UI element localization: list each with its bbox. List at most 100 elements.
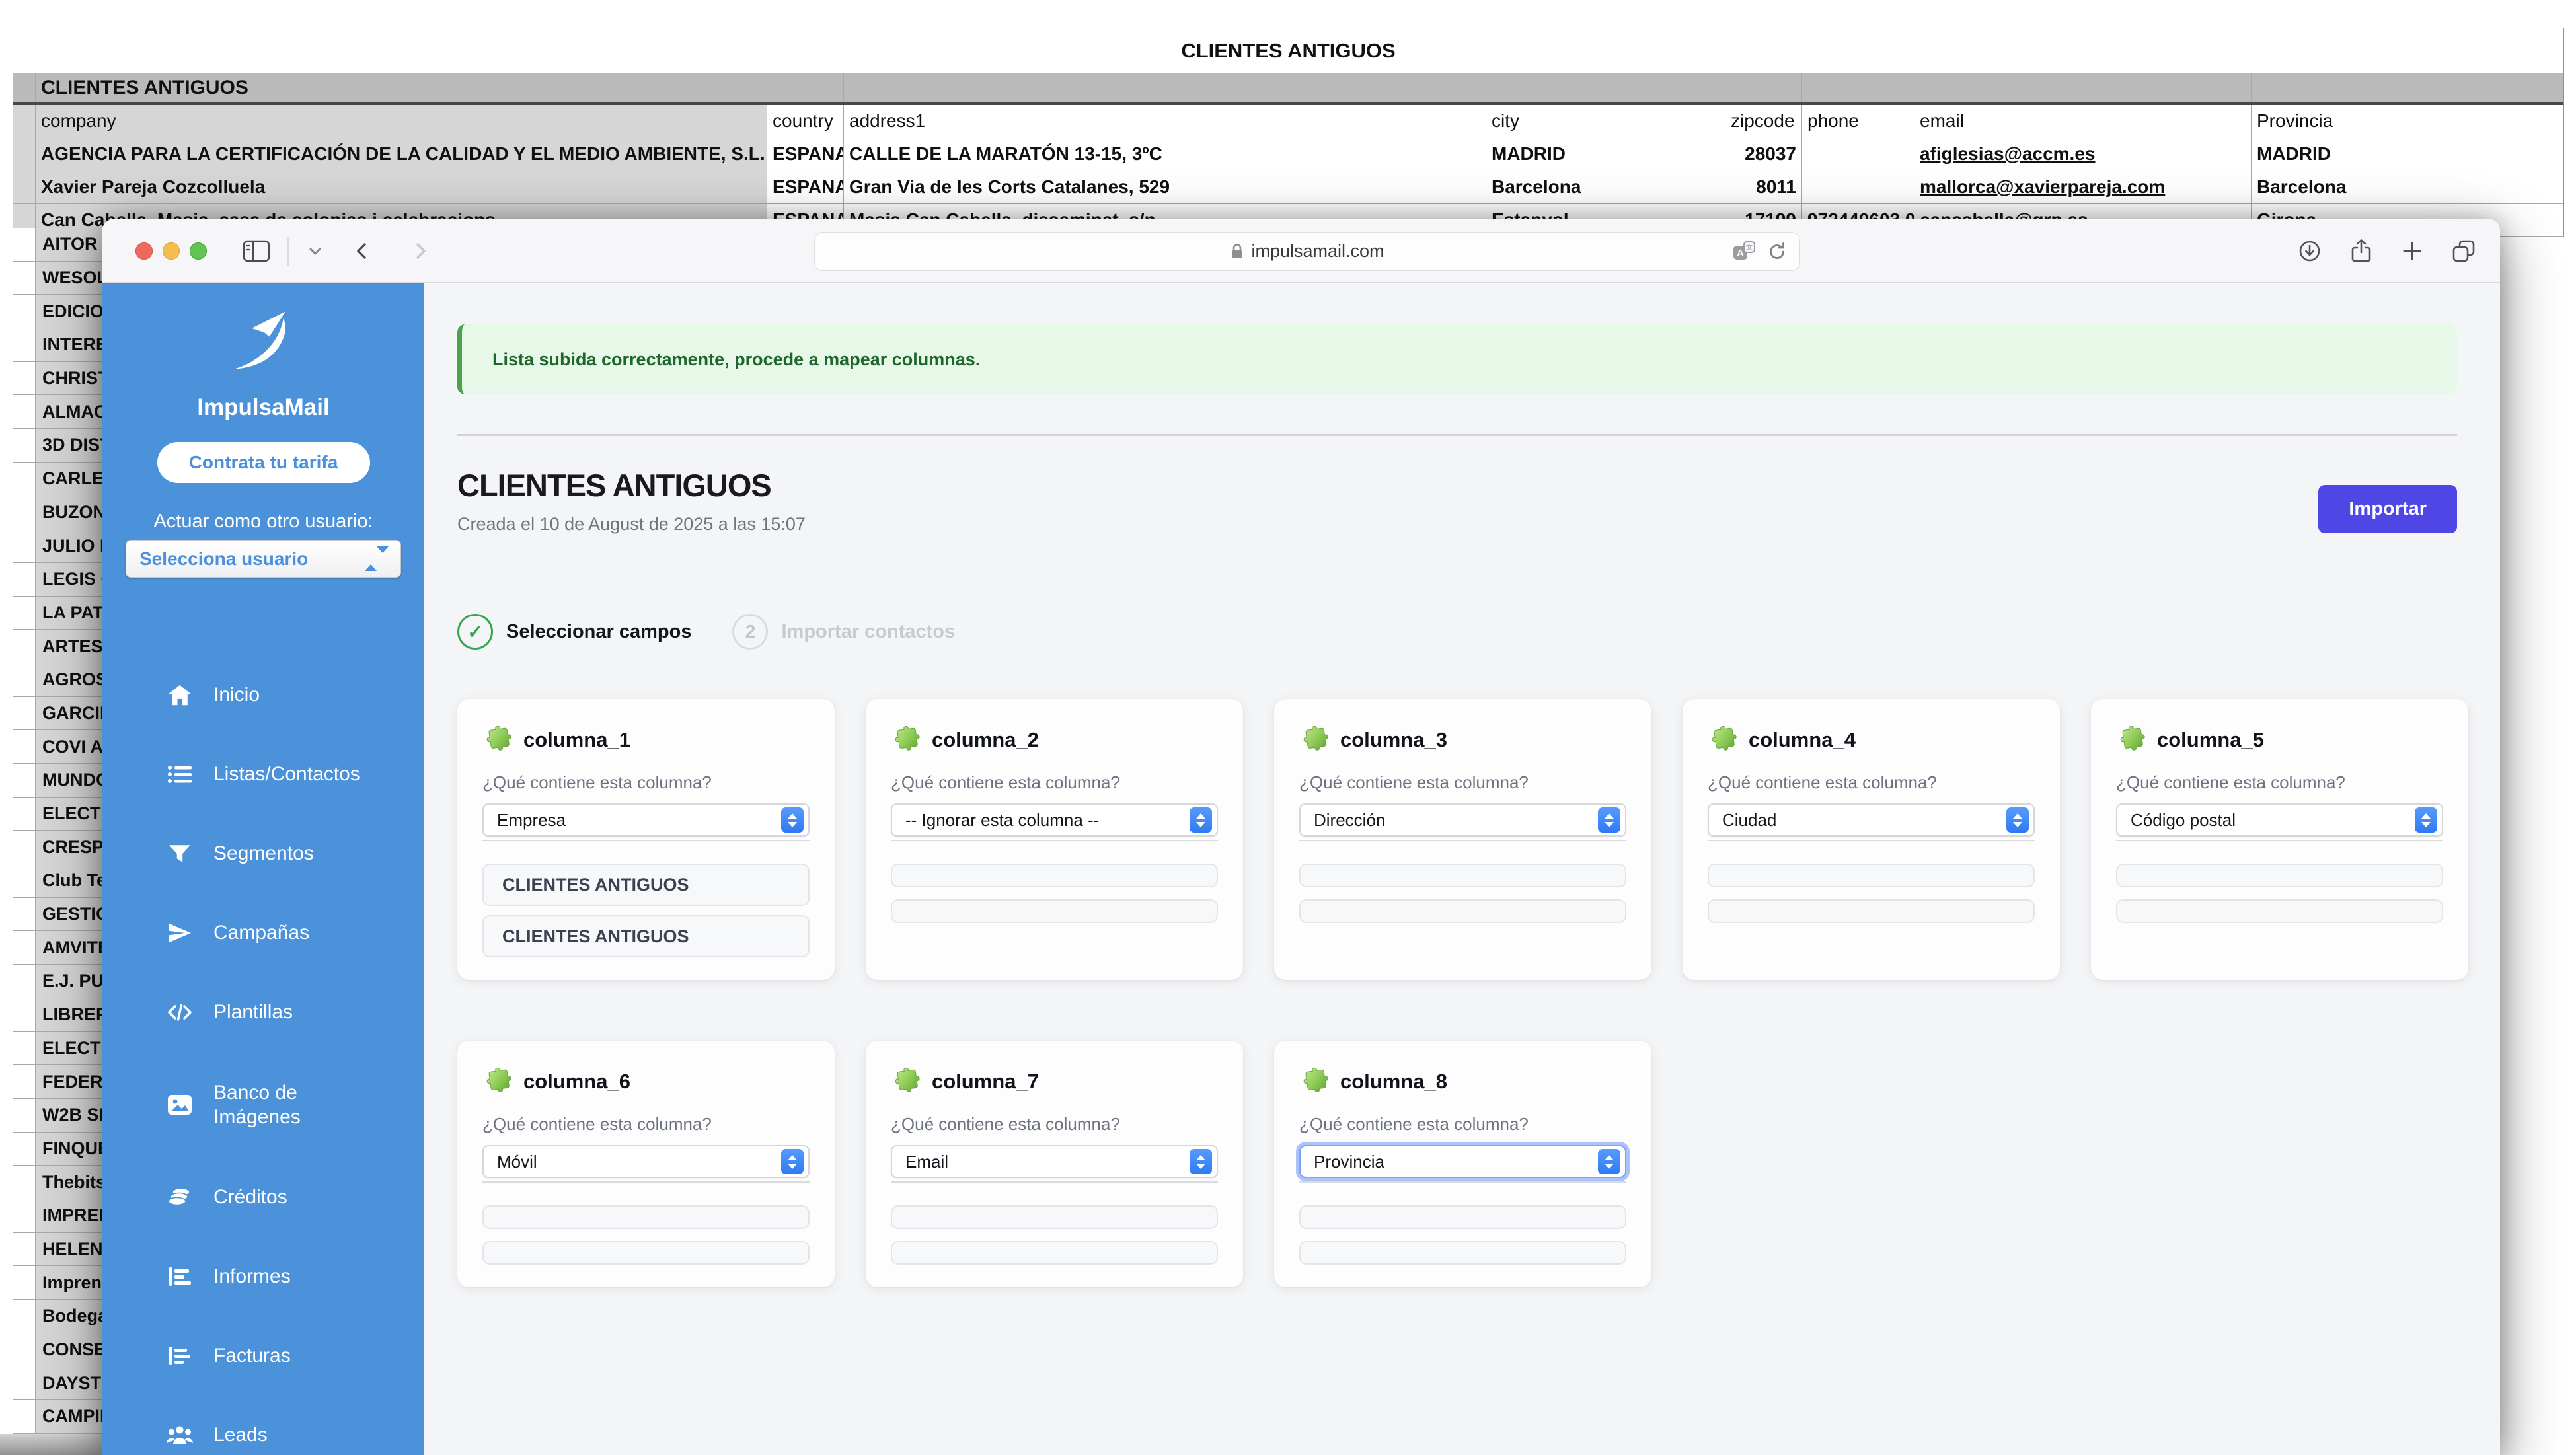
sample-value [1299,864,1626,887]
sheet-header-row: company country address1 city zipcode ph… [13,105,2563,137]
cell-email-link[interactable]: mallorca@xavierpareja.com [1914,170,2252,203]
sidebar-item-inicio[interactable]: Inicio [102,655,424,735]
sample-value [482,1205,810,1229]
url-text: impulsamail.com [1251,241,1384,262]
window-controls [135,243,207,260]
column-question: ¿Qué contiene esta columna? [2116,772,2443,793]
column-question: ¿Qué contiene esta columna? [482,1114,810,1135]
zoom-button[interactable] [190,243,207,260]
browser-toolbar: impulsamail.com A文 [102,219,2500,283]
column-mapping-select[interactable]: Móvil [482,1145,810,1178]
share-icon[interactable] [2349,239,2373,264]
column-mapping-select[interactable]: Código postal [2116,803,2443,837]
list-item: CAMPIN [13,1400,102,1434]
cell-city: MADRID [1486,137,1725,170]
downloads-icon[interactable] [2298,239,2322,263]
sheet-company-column-strip: AITOR P WESOLO EDICION INTERBO CHRISTI A… [13,228,102,1434]
puzzle-icon [891,724,922,755]
col-header-provincia: Provincia [2252,105,2563,137]
list-icon [165,764,195,785]
cell-address1: Gran Via de les Corts Catalanes, 529 [844,170,1486,203]
list-item: Thebits [13,1166,102,1199]
sidebar-item-informes[interactable]: Informes [102,1237,424,1316]
column-mapping-select[interactable]: Ciudad [1708,803,2035,837]
column-mapping-select[interactable]: -- Ignorar esta columna -- [891,803,1218,837]
column-card-8: columna_8 ¿Qué contiene esta columna? Pr… [1274,1041,1651,1287]
step-seleccionar-campos[interactable]: ✓ Seleccionar campos [457,614,691,650]
sidebar-item-banco-imagenes[interactable]: Banco de Imágenes [102,1052,424,1158]
column-mapping-select[interactable]: Dirección [1299,803,1626,837]
cell-company: Xavier Pareja Cozcolluela [36,170,767,203]
column-mapping-select[interactable]: Email [891,1145,1218,1178]
list-item: CONSER [13,1333,102,1367]
translate-icon[interactable]: A文 [1732,241,1756,263]
table-row: AGENCIA PARA LA CERTIFICACIÓN DE LA CALI… [13,137,2563,170]
user-select[interactable]: Selecciona usuario [126,540,401,578]
new-tab-icon[interactable] [2401,240,2423,262]
sidebar-item-leads[interactable]: Leads [102,1396,424,1455]
cell-provincia: Barcelona [2252,170,2563,203]
back-icon[interactable] [351,240,373,262]
code-icon [165,1002,195,1023]
column-card-5: columna_5 ¿Qué contiene esta columna? Có… [2091,699,2468,980]
impersonate-label: Actuar como otro usuario: [102,511,424,533]
list-item: CRESPO [13,831,102,864]
select-stepper-icon [1598,1149,1620,1174]
sample-value [1299,1205,1626,1229]
wizard-steps: ✓ Seleccionar campos 2 Importar contacto… [457,614,2457,650]
importar-button[interactable]: Importar [2318,485,2457,533]
image-icon [165,1094,195,1116]
sample-value [1299,899,1626,923]
column-mapping-select[interactable]: Empresa [482,803,810,837]
sidebar-item-plantillas[interactable]: Plantillas [102,973,424,1052]
list-item: BUZONE [13,496,102,530]
chevron-down-icon[interactable] [306,242,324,260]
sample-value [891,899,1218,923]
cell-address1: CALLE DE LA MARATÓN 13-15, 3ºC [844,137,1486,170]
table-row: Xavier Pareja Cozcolluela ESPANA Gran Vi… [13,170,2563,204]
sample-value [482,1241,810,1265]
list-item: ELECTR [13,1032,102,1066]
invoice-chart-icon [165,1345,195,1367]
sidebar-item-campanas[interactable]: Campañas [102,893,424,973]
sample-value [891,864,1218,887]
list-item: ARTES C [13,630,102,663]
sample-value: CLIENTES ANTIGUOS [482,915,810,957]
sidebar-item-segmentos[interactable]: Segmentos [102,814,424,893]
sample-value [1708,864,2035,887]
sample-value [2116,864,2443,887]
list-item: ELECTM [13,798,102,831]
contratar-tarifa-button[interactable]: Contrata tu tarifa [157,442,370,483]
reload-icon[interactable] [1766,241,1788,262]
sidebar-toggle-icon[interactable] [243,240,270,262]
cell-email-link[interactable]: afiglesias@accm.es [1914,137,2252,170]
sample-value [891,1241,1218,1265]
list-item: CHRISTI [13,362,102,396]
list-item: ALMACE [13,395,102,429]
impulsamail-logo-icon [225,307,303,376]
page-title: CLIENTES ANTIGUOS [457,466,2457,505]
select-arrows-icon [365,553,389,565]
puzzle-icon [2116,724,2147,755]
col-header-zipcode: zipcode [1725,105,1802,137]
forward-icon[interactable] [409,240,432,262]
success-banner-text: Lista subida correctamente, procede a ma… [492,350,980,370]
close-button[interactable] [135,243,153,260]
section-divider [457,434,2457,436]
list-item: 3D DIST [13,429,102,463]
minimize-button[interactable] [163,243,180,260]
url-bar[interactable]: impulsamail.com A文 [814,232,1800,271]
sidebar-item-creditos[interactable]: Créditos [102,1158,424,1237]
column-card-title: columna_2 [932,728,1039,752]
sidebar-item-facturas[interactable]: Facturas [102,1316,424,1396]
tab-overview-icon[interactable] [2451,239,2476,264]
sidebar-item-listas-contactos[interactable]: Listas/Contactos [102,735,424,814]
list-item: GARCID [13,697,102,731]
column-mapping-select-focused[interactable]: Provincia [1299,1145,1626,1178]
list-item: Imprent [13,1266,102,1300]
step-number: 2 [732,614,768,650]
spreadsheet-window: CLIENTES ANTIGUOS CLIENTES ANTIGUOS comp… [13,28,2564,237]
list-item: CARLES [13,463,102,496]
svg-text:A: A [1737,248,1744,259]
column-card-title: columna_1 [523,728,630,752]
